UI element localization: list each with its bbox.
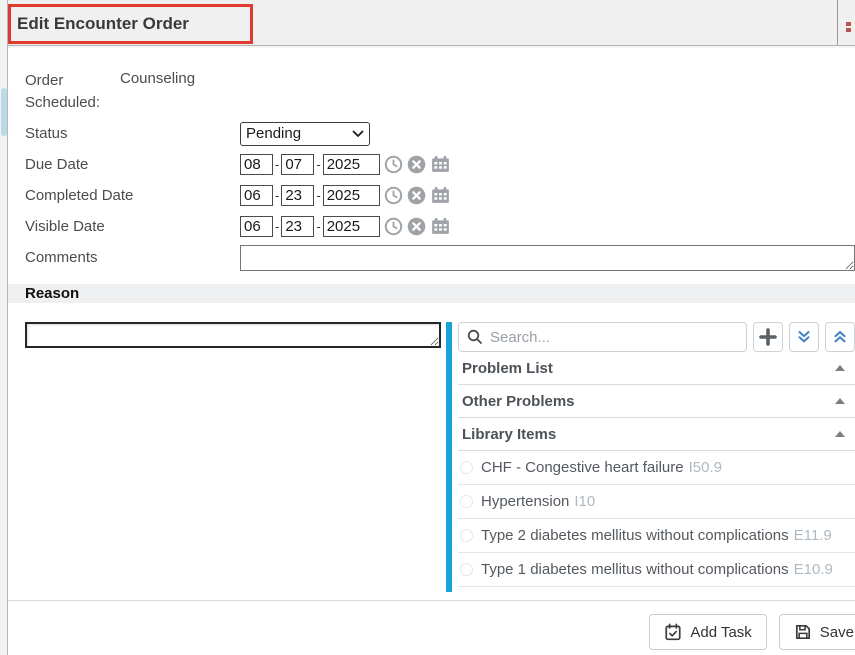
clipped-icon-fragment — [846, 22, 851, 26]
library-item[interactable]: Type 2 diabetes mellitus without complic… — [458, 519, 855, 553]
diagnosis-code: I50.9 — [689, 459, 722, 476]
scrollbar-thumb[interactable] — [1, 88, 7, 136]
save-button[interactable]: Save — [779, 614, 855, 650]
accent-divider-bar — [446, 322, 452, 592]
completed-date-day-input[interactable] — [281, 185, 314, 206]
clipped-icon-fragment — [846, 28, 851, 32]
collapse-section-icon[interactable] — [835, 398, 845, 404]
status-label: Status — [25, 123, 240, 145]
completed-date-year-input[interactable] — [323, 185, 380, 206]
radio-icon[interactable] — [460, 495, 473, 508]
date-separator: - — [275, 188, 279, 203]
collapse-all-button[interactable] — [825, 322, 855, 352]
calendar-icon[interactable] — [431, 155, 450, 174]
date-separator: - — [316, 188, 320, 203]
time-icon[interactable] — [384, 186, 403, 205]
reason-section-header: Reason — [8, 284, 855, 303]
problem-picker-panel: Problem List Other Problems Library Item… — [458, 322, 855, 587]
collapse-section-icon[interactable] — [835, 431, 845, 437]
expand-all-button[interactable] — [789, 322, 819, 352]
dialog-footer: Add Task Save — [8, 601, 855, 655]
edit-encounter-order-dialog: Edit Encounter Order Order Scheduled: Co… — [0, 0, 855, 655]
calendar-check-icon — [664, 623, 682, 641]
order-row: Order Scheduled: Counseling — [25, 70, 855, 118]
search-toolbar — [458, 322, 855, 352]
diagnosis-code: E11.9 — [794, 527, 832, 544]
visible-date-year-input[interactable] — [323, 216, 380, 237]
collapse-section-icon[interactable] — [835, 365, 845, 371]
search-input[interactable] — [490, 329, 738, 346]
date-separator: - — [316, 219, 320, 234]
search-icon — [467, 329, 483, 345]
order-label: Order Scheduled: — [25, 70, 120, 114]
add-task-button[interactable]: Add Task — [649, 614, 766, 650]
clear-icon[interactable] — [407, 155, 426, 174]
group-other-problems[interactable]: Other Problems — [458, 385, 855, 418]
calendar-icon[interactable] — [431, 217, 450, 236]
due-date-day-input[interactable] — [281, 154, 314, 175]
group-problem-list[interactable]: Problem List — [458, 352, 855, 385]
group-library-items[interactable]: Library Items — [458, 418, 855, 451]
visible-date-label: Visible Date — [25, 216, 240, 238]
left-scrollbar[interactable] — [0, 0, 8, 655]
reason-section-body: Problem List Other Problems Library Item… — [8, 303, 855, 600]
status-row: Status Pending — [25, 118, 855, 149]
plus-icon — [759, 328, 777, 346]
order-value: Counseling — [120, 70, 195, 87]
calendar-icon[interactable] — [431, 186, 450, 205]
double-chevron-down-icon — [796, 329, 812, 345]
comments-row: Comments — [25, 242, 855, 273]
clear-icon[interactable] — [407, 217, 426, 236]
radio-icon[interactable] — [460, 529, 473, 542]
library-item[interactable]: Type 1 diabetes mellitus without complic… — [458, 553, 855, 587]
due-date-label: Due Date — [25, 154, 240, 176]
completed-date-row: Completed Date - - — [25, 180, 855, 211]
date-separator: - — [275, 157, 279, 172]
time-icon[interactable] — [384, 217, 403, 236]
diagnosis-code: I10 — [574, 493, 595, 510]
comments-label: Comments — [25, 247, 240, 269]
diagnosis-code: E10.9 — [794, 561, 833, 578]
header-edge-divider — [837, 0, 838, 45]
double-chevron-up-icon — [832, 329, 848, 345]
visible-date-row: Visible Date - - — [25, 211, 855, 242]
completed-date-month-input[interactable] — [240, 185, 273, 206]
visible-date-day-input[interactable] — [281, 216, 314, 237]
clear-icon[interactable] — [407, 186, 426, 205]
dialog-title: Edit Encounter Order — [11, 14, 189, 34]
dialog-header: Edit Encounter Order — [8, 0, 855, 46]
time-icon[interactable] — [384, 155, 403, 174]
add-problem-button[interactable] — [753, 322, 783, 352]
status-select[interactable]: Pending — [240, 122, 370, 146]
date-separator: - — [275, 219, 279, 234]
completed-date-label: Completed Date — [25, 185, 240, 207]
radio-icon[interactable] — [460, 563, 473, 576]
due-date-month-input[interactable] — [240, 154, 273, 175]
reason-section-title: Reason — [25, 285, 79, 302]
library-item[interactable]: CHF - Congestive heart failure I50.9 — [458, 451, 855, 485]
search-field[interactable] — [458, 322, 747, 352]
due-date-row: Due Date - - — [25, 149, 855, 180]
visible-date-month-input[interactable] — [240, 216, 273, 237]
date-separator: - — [316, 157, 320, 172]
order-form: Order Scheduled: Counseling Status Pendi… — [8, 46, 855, 273]
comments-input[interactable] — [240, 245, 855, 271]
radio-icon[interactable] — [460, 461, 473, 474]
due-date-year-input[interactable] — [323, 154, 380, 175]
library-item[interactable]: Hypertension I10 — [458, 485, 855, 519]
save-icon — [794, 623, 812, 641]
annotation-highlight-red-box: Edit Encounter Order — [8, 4, 253, 44]
reason-selected-input[interactable] — [25, 322, 441, 348]
